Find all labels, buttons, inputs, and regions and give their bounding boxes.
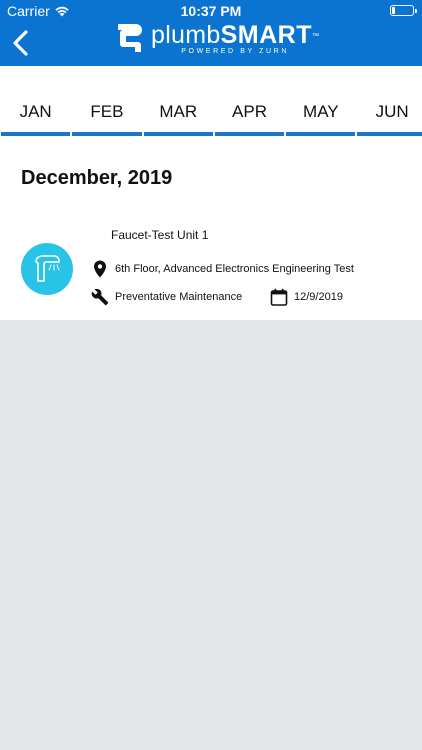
logo-trademark: ™ (311, 32, 320, 40)
device-avatar (21, 243, 73, 295)
service-type-text: Preventative Maintenance (115, 291, 243, 303)
wrench-icon (91, 288, 109, 306)
tab-jun[interactable]: JUN (356, 66, 422, 138)
logo-text: plumbSMART™ POWERED BY ZURN (151, 22, 319, 55)
page-title: December, 2019 (21, 167, 173, 189)
calendar-icon (270, 288, 288, 306)
month-tabs: JAN FEB MAR APR MAY JUN (0, 66, 422, 138)
logo-tagline: POWERED BY ZURN (181, 47, 289, 55)
tab-label: FEB (90, 102, 124, 121)
logo-word-light: plumb (151, 20, 221, 49)
location-text: 6th Floor, Advanced Electronics Engineer… (115, 263, 354, 275)
device-list-item[interactable]: Faucet-Test Unit 1 6th Floor, Advanced E… (0, 218, 422, 320)
back-button[interactable] (8, 28, 36, 58)
location-pin-icon (91, 260, 109, 278)
service-type: Preventative Maintenance (91, 288, 242, 306)
schedule-content: December, 2019 Faucet-Test Unit 1 6th Fl… (0, 138, 422, 320)
battery-level (392, 7, 395, 14)
battery-icon (390, 5, 417, 16)
logo-mark-icon (118, 24, 142, 52)
service-date: 12/9/2019 (270, 288, 343, 306)
tab-label: APR (232, 102, 268, 121)
clock: 10:37 PM (180, 3, 242, 19)
tab-label: JAN (19, 102, 52, 121)
tab-mar[interactable]: MAR (143, 66, 214, 138)
logo-wordmark: plumbSMART™ (151, 22, 319, 48)
tab-label: MAR (159, 102, 198, 121)
plumbsmart-logo: plumbSMART™ POWERED BY ZURN (114, 18, 319, 58)
tab-label: JUN (375, 102, 409, 121)
tab-apr[interactable]: APR (214, 66, 285, 138)
tab-feb[interactable]: FEB (71, 66, 142, 138)
tab-may[interactable]: MAY (285, 66, 356, 138)
chevron-left-icon (13, 30, 28, 56)
device-name: Faucet-Test Unit 1 (111, 228, 209, 242)
faucet-icon (35, 255, 60, 282)
device-location: 6th Floor, Advanced Electronics Engineer… (91, 260, 354, 278)
tab-label: MAY (303, 102, 339, 121)
logo-word-bold: SMART (220, 20, 312, 49)
tab-jan[interactable]: JAN (0, 66, 71, 138)
date-text: 12/9/2019 (294, 291, 343, 303)
app-header: Carrier 10:37 PM plumbSMART™ POWERED BY … (0, 0, 422, 66)
